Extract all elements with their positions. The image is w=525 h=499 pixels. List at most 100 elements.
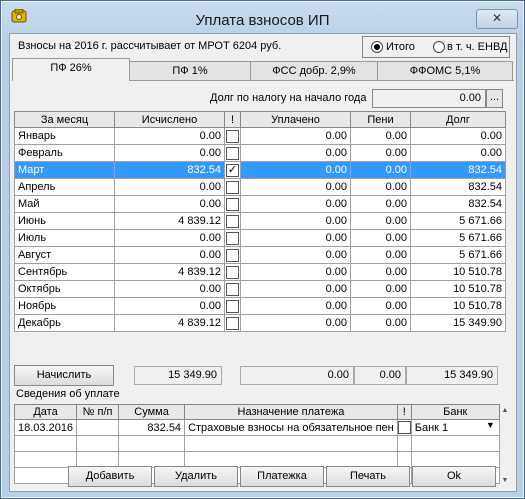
row-penalty[interactable]: 0.00 (350, 161, 411, 179)
mode-envd-label[interactable]: в т. ч. ЕНВД (447, 41, 508, 53)
close-button[interactable]: ✕ (476, 9, 518, 29)
row-debt[interactable]: 10 510.78 (410, 263, 506, 281)
pay-header-purpose[interactable]: Назначение платежа (184, 404, 398, 420)
payment-order-button[interactable]: Платежка (240, 466, 324, 487)
row-paid[interactable]: 0.00 (240, 246, 351, 264)
row-calculated[interactable]: 0.00 (114, 195, 225, 213)
row-penalty[interactable]: 0.00 (350, 263, 411, 281)
row-debt[interactable]: 5 671.66 (410, 212, 506, 230)
title-bar[interactable]: Уплата взносов ИП ✕ (1, 1, 524, 31)
grid-row[interactable]: Декабрь 4 839.12 0.00 0.00 15 349.90 (14, 314, 506, 332)
pay-purpose[interactable] (184, 435, 398, 452)
pay-header-number[interactable]: № п/п (76, 404, 120, 420)
calculate-button[interactable]: Начислить (14, 365, 114, 386)
paid-checkbox[interactable] (226, 214, 239, 228)
pay-flag[interactable] (396, 435, 412, 452)
row-calculated[interactable]: 0.00 (114, 144, 225, 162)
grid-row[interactable]: Апрель 0.00 0.00 0.00 832.54 (14, 178, 506, 196)
row-calculated[interactable]: 832.54 (114, 161, 225, 179)
delete-button[interactable]: Удалить (154, 466, 238, 487)
pay-bank[interactable] (410, 435, 500, 452)
row-debt[interactable]: 10 510.78 (410, 297, 506, 315)
pay-sum[interactable]: 832.54 (118, 419, 186, 436)
paid-checkbox[interactable] (226, 248, 239, 262)
header-debt[interactable]: Долг (410, 111, 506, 128)
mode-total-label[interactable]: Итого (386, 41, 415, 53)
grid-row[interactable]: Март 832.54 ✓ 0.00 0.00 832.54 (14, 161, 506, 179)
payment-row[interactable]: 18.03.2016 832.54 Страховые взносы на обяз… (13, 419, 500, 436)
grid-row[interactable]: Август 0.00 0.00 0.00 5 671.66 (14, 246, 506, 264)
row-calculated[interactable]: 0.00 (114, 127, 225, 145)
grid-row[interactable]: Январь 0.00 0.00 0.00 0.00 (14, 127, 506, 145)
row-paid[interactable]: 0.00 (240, 229, 351, 247)
ok-button[interactable]: Ok (412, 466, 496, 487)
row-paid[interactable]: 0.00 (240, 212, 351, 230)
row-paid[interactable]: 0.00 (240, 161, 351, 179)
row-calculated[interactable]: 0.00 (114, 246, 225, 264)
pay-header-flag[interactable]: ! (396, 404, 412, 420)
pay-purpose[interactable]: Страховые взносы на обязательное пен (184, 419, 398, 436)
row-flag[interactable] (224, 280, 241, 298)
grid-row[interactable]: Ноябрь 0.00 0.00 0.00 10 510.78 (14, 297, 506, 315)
header-calculated[interactable]: Исчислено (114, 111, 225, 128)
tab-pf26[interactable]: ПФ 26% (12, 58, 130, 81)
row-flag[interactable] (224, 297, 241, 315)
row-flag[interactable] (224, 144, 241, 162)
scroll-up-icon[interactable]: ▲ (500, 406, 510, 416)
row-calculated[interactable]: 0.00 (114, 229, 225, 247)
paid-checkbox[interactable] (226, 231, 239, 245)
start-debt-more-button[interactable]: ... (486, 89, 503, 108)
pay-number[interactable] (76, 435, 120, 452)
row-month[interactable]: Январь (14, 127, 115, 145)
row-month[interactable]: Декабрь (14, 314, 115, 332)
row-month[interactable]: Апрель (14, 178, 115, 196)
pay-number[interactable] (76, 419, 120, 436)
grid-row[interactable]: Сентябрь 4 839.12 0.00 0.00 10 510.78 (14, 263, 506, 281)
grid-row[interactable]: Июнь 4 839.12 0.00 0.00 5 671.66 (14, 212, 506, 230)
paid-checkbox[interactable] (226, 265, 239, 279)
row-month[interactable]: Май (14, 195, 115, 213)
pay-sum[interactable] (118, 435, 186, 452)
row-penalty[interactable]: 0.00 (350, 297, 411, 315)
paid-checkbox[interactable] (226, 299, 239, 313)
grid-row[interactable]: Июль 0.00 0.00 0.00 5 671.66 (14, 229, 506, 247)
row-flag[interactable]: ✓ (224, 161, 241, 179)
row-month[interactable]: Сентябрь (14, 263, 115, 281)
pay-flag[interactable] (396, 419, 412, 436)
paid-checkbox[interactable]: ✓ (226, 163, 239, 177)
row-month[interactable]: Июнь (14, 212, 115, 230)
mode-envd-radio[interactable] (433, 41, 445, 53)
scroll-down-icon[interactable]: ▼ (500, 476, 510, 486)
row-debt[interactable]: 5 671.66 (410, 229, 506, 247)
row-penalty[interactable]: 0.00 (350, 280, 411, 298)
row-calculated[interactable]: 0.00 (114, 297, 225, 315)
pay-header-bank[interactable]: Банк (410, 404, 500, 420)
row-month[interactable]: Октябрь (14, 280, 115, 298)
pay-bank[interactable]: Банк 1 ▼ (410, 419, 500, 436)
row-month[interactable]: Март (14, 161, 115, 179)
grid-row[interactable]: Май 0.00 0.00 0.00 832.54 (14, 195, 506, 213)
paid-checkbox[interactable] (226, 282, 239, 296)
row-penalty[interactable]: 0.00 (350, 195, 411, 213)
row-calculated[interactable]: 4 839.12 (114, 263, 225, 281)
tab-ffoms[interactable]: ФФОМС 5,1% (377, 61, 513, 80)
pay-date[interactable] (13, 435, 78, 452)
row-flag[interactable] (224, 195, 241, 213)
row-month[interactable]: Август (14, 246, 115, 264)
row-flag[interactable] (224, 314, 241, 332)
header-month[interactable]: За месяц (14, 111, 115, 128)
row-month[interactable]: Февраль (14, 144, 115, 162)
row-paid[interactable]: 0.00 (240, 263, 351, 281)
mode-total-radio[interactable] (371, 41, 383, 53)
row-flag[interactable] (224, 212, 241, 230)
pay-header-date[interactable]: Дата (13, 404, 78, 420)
row-flag[interactable] (224, 263, 241, 281)
bank-select-value[interactable]: Банк 1 (415, 422, 448, 434)
row-penalty[interactable]: 0.00 (350, 178, 411, 196)
add-button[interactable]: Добавить (68, 466, 152, 487)
grid-row[interactable]: Февраль 0.00 0.00 0.00 0.00 (14, 144, 506, 162)
start-debt-field[interactable]: 0.00 (372, 89, 486, 108)
row-debt[interactable]: 832.54 (410, 178, 506, 196)
payment-row[interactable] (13, 435, 500, 452)
row-debt[interactable]: 0.00 (410, 127, 506, 145)
